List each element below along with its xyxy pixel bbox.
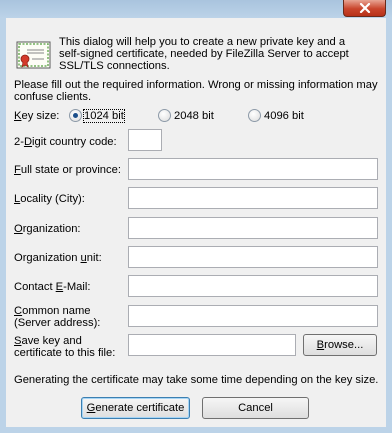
country-code-label: 2-Digit country code: bbox=[14, 136, 117, 148]
key-size-label: Key size: bbox=[14, 110, 60, 122]
org-unit-label: Organization unit: bbox=[14, 252, 102, 264]
generate-certificate-button[interactable]: Generate certificate bbox=[81, 397, 190, 419]
info-text: Please fill out the required information… bbox=[14, 79, 378, 103]
key-size-4096-radio[interactable] bbox=[248, 109, 261, 122]
browse-button[interactable]: Browse... bbox=[303, 334, 377, 356]
organization-label: Organization: bbox=[14, 223, 81, 235]
save-path-input[interactable] bbox=[128, 334, 296, 356]
state-input[interactable] bbox=[128, 158, 378, 180]
common-name-input[interactable] bbox=[128, 305, 378, 327]
key-size-2048-radio[interactable] bbox=[158, 109, 171, 122]
key-size-4096-label[interactable]: 4096 bit bbox=[264, 110, 304, 122]
certificate-icon bbox=[16, 41, 51, 69]
generation-note: Generating the certificate may take some… bbox=[14, 374, 379, 386]
dialog-client-area: This dialog will help you to create a ne… bbox=[6, 18, 386, 427]
key-size-2048-label[interactable]: 2048 bit bbox=[174, 110, 214, 122]
org-unit-input[interactable] bbox=[128, 246, 378, 268]
state-label: Full state or province: bbox=[14, 164, 121, 176]
common-name-label: Common name (Server address): bbox=[14, 305, 101, 329]
email-input[interactable] bbox=[128, 275, 378, 297]
key-size-1024-label[interactable]: 1024 bit bbox=[83, 109, 125, 123]
window-close-button[interactable] bbox=[343, 0, 386, 17]
locality-label: Locality (City): bbox=[14, 193, 85, 205]
window-frame-bottom bbox=[0, 427, 392, 433]
intro-text: This dialog will help you to create a ne… bbox=[59, 36, 349, 72]
window-frame-right bbox=[386, 18, 392, 433]
cancel-button[interactable]: Cancel bbox=[202, 397, 309, 419]
locality-input[interactable] bbox=[128, 187, 378, 209]
organization-input[interactable] bbox=[128, 217, 378, 239]
email-label: Contact E-Mail: bbox=[14, 281, 91, 293]
country-code-input[interactable] bbox=[128, 129, 162, 151]
window-titlebar bbox=[0, 0, 392, 18]
save-path-label: Save key and certificate to this file: bbox=[14, 335, 116, 359]
close-icon bbox=[359, 3, 370, 13]
key-size-1024-radio[interactable] bbox=[69, 109, 82, 122]
